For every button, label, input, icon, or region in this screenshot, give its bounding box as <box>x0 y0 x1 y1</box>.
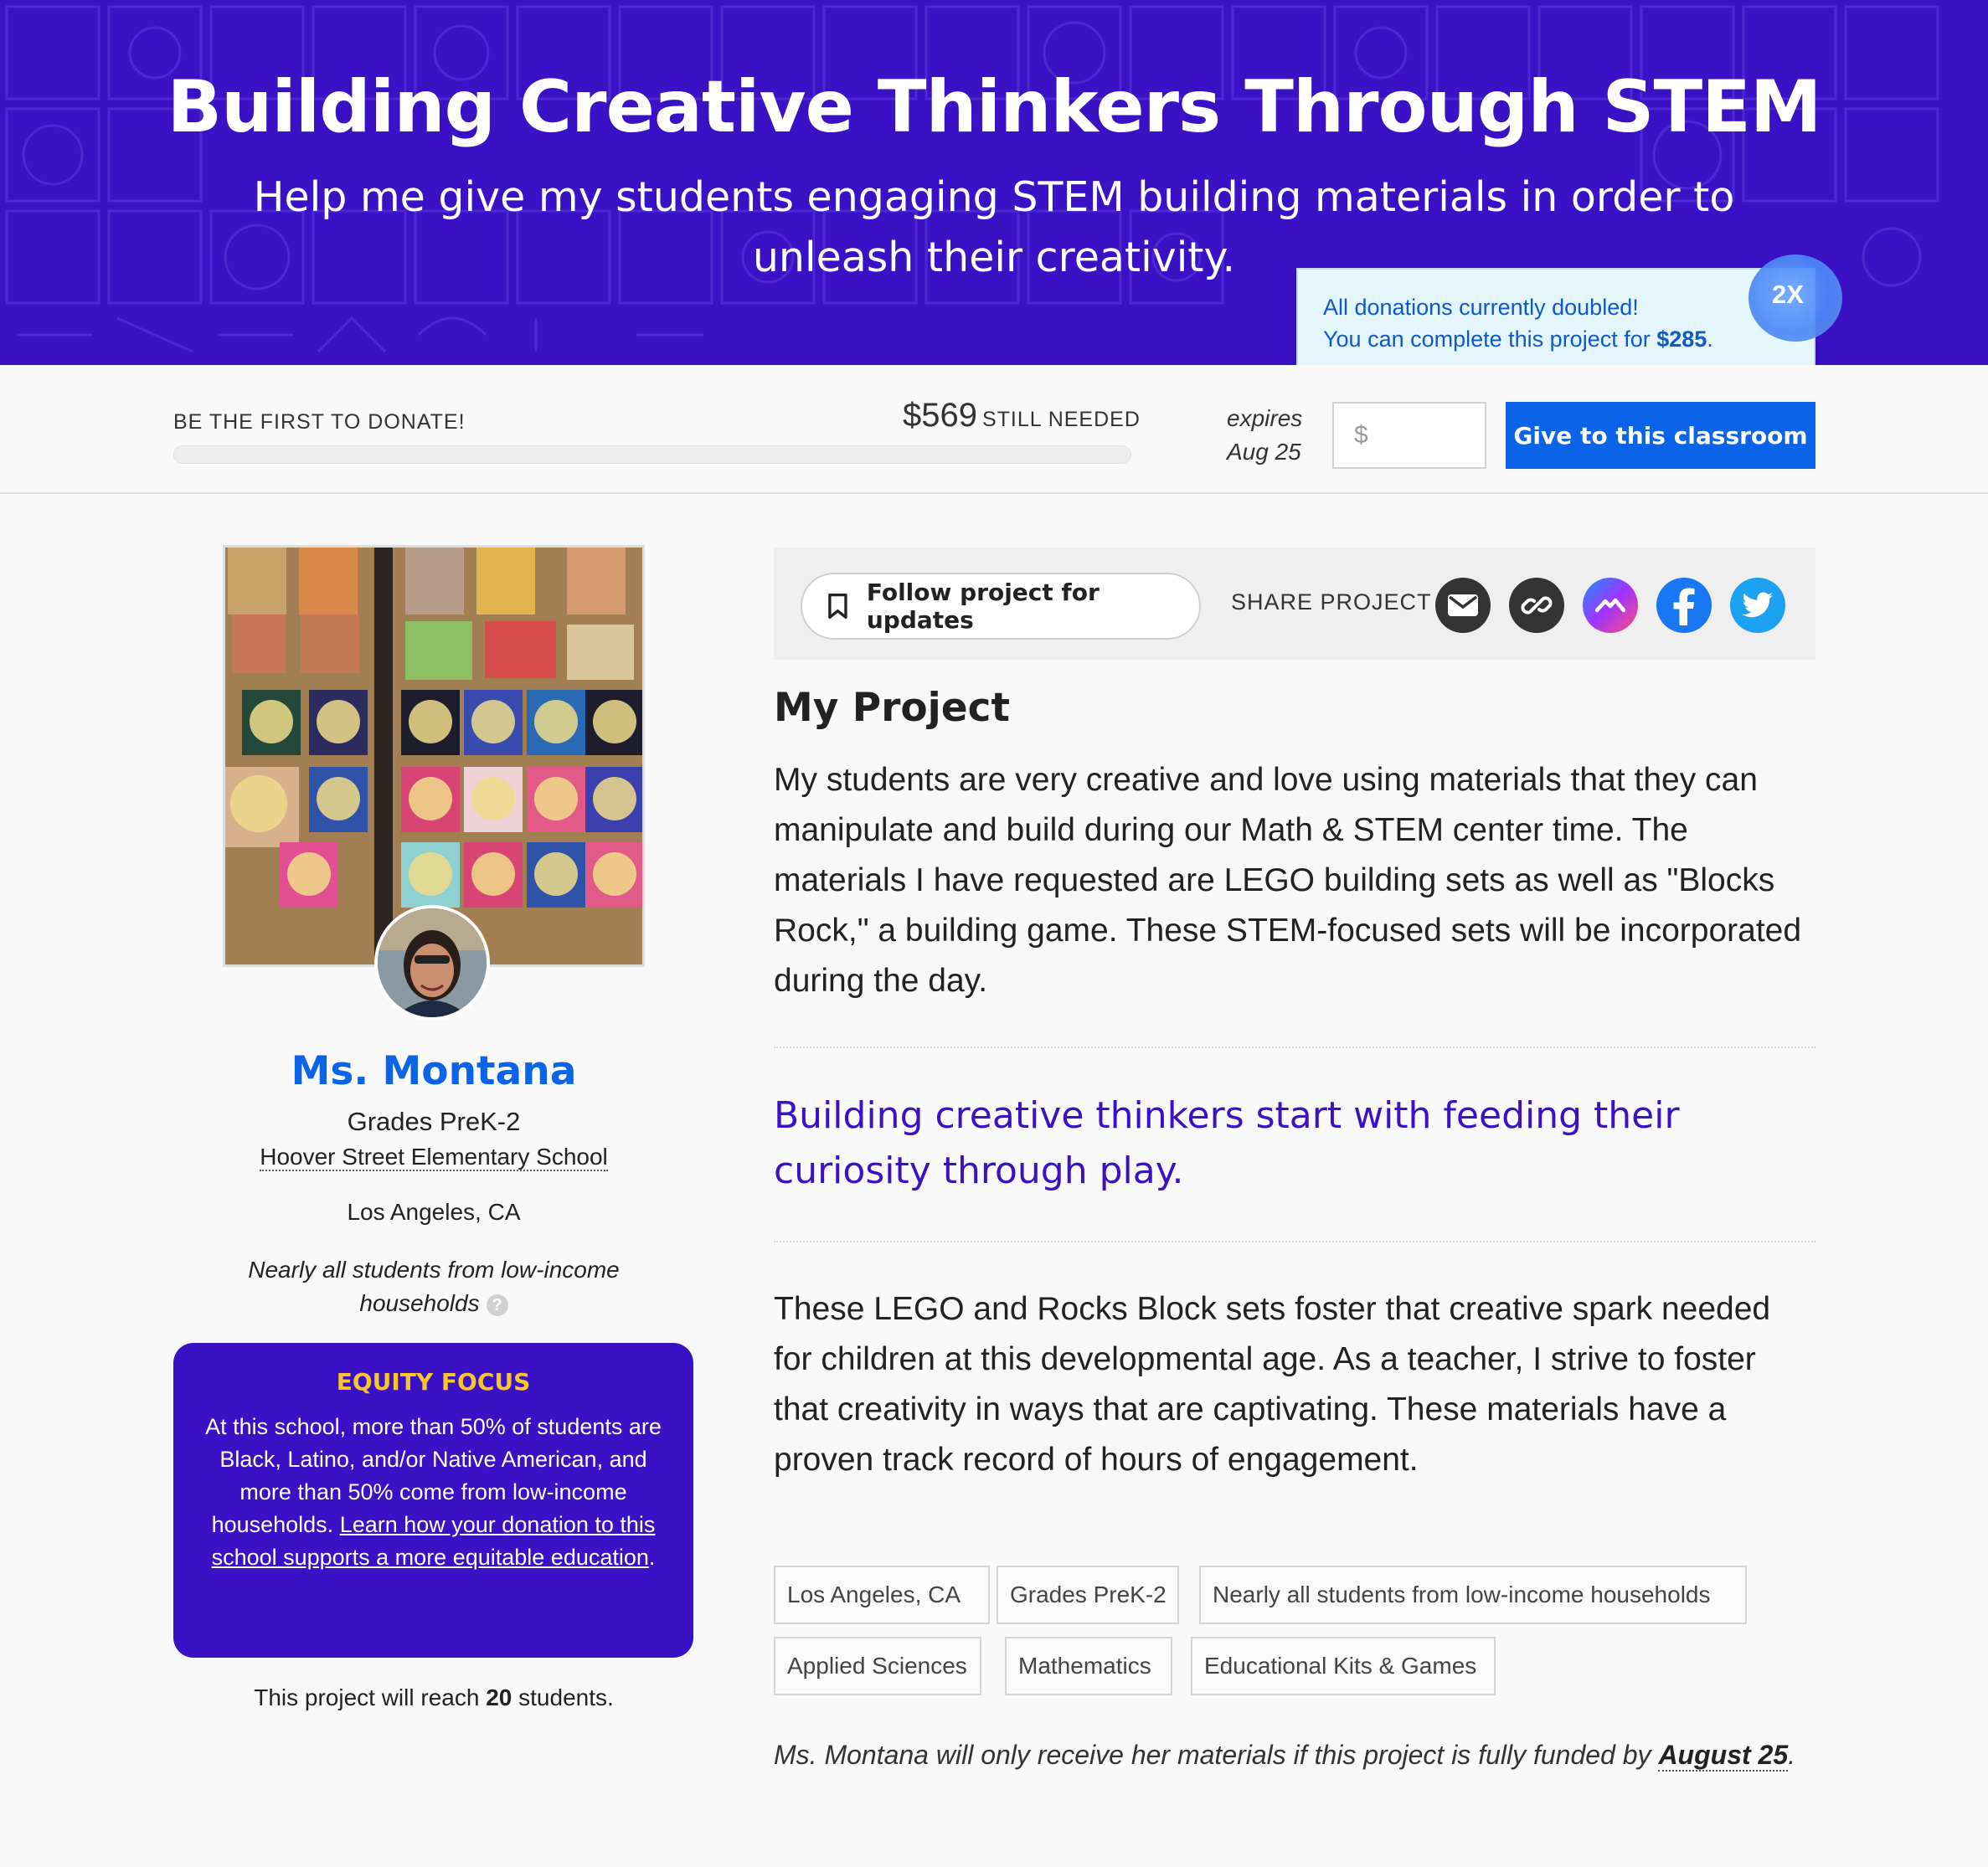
school-link-wrapper: Hoover Street Elementary School <box>0 1144 868 1171</box>
give-button[interactable]: Give to this classroom <box>1506 402 1815 469</box>
match-offer-line2: You can complete this project for $285. <box>1323 327 1713 352</box>
school-link[interactable]: Hoover Street Elementary School <box>260 1144 608 1171</box>
follow-project-label: Follow project for updates <box>866 579 1100 634</box>
follow-share-bar: Follow project for updates SHARE PROJECT <box>774 548 1815 660</box>
my-project-heading: My Project <box>774 685 1010 731</box>
donation-amount-input[interactable]: $ <box>1332 402 1486 469</box>
project-highlight-quote: Building creative thinkers start with fe… <box>774 1094 1680 1192</box>
share-project-label: SHARE PROJECT <box>1231 589 1432 615</box>
needed-amount: $569 <box>903 397 977 434</box>
twitter-icon[interactable] <box>1730 578 1785 633</box>
still-needed: $569 STILL NEEDED <box>903 397 1141 435</box>
teacher-name[interactable]: Ms. Montana <box>0 1048 868 1094</box>
needed-label: STILL NEEDED <box>981 408 1141 431</box>
donate-bar: BE THE FIRST TO DONATE! $569 STILL NEEDED… <box>0 365 1988 494</box>
match-offer-line1: All donations currently doubled! <box>1323 295 1639 320</box>
follow-project-button[interactable]: Follow project for updates <box>801 573 1201 640</box>
project-title: Building Creative Thinkers Through STEM <box>167 65 1822 149</box>
project-description-2: These LEGO and Rocks Block sets foster t… <box>774 1291 1771 1478</box>
tag-applied-sciences[interactable]: Applied Sciences <box>774 1637 981 1695</box>
match-offer-amount: $285 <box>1656 327 1707 352</box>
funding-progress-bar <box>173 445 1131 464</box>
bookmark-icon <box>828 593 847 620</box>
expiration: expires Aug 25 <box>1227 402 1302 469</box>
match-2x-badge: 2X <box>1749 255 1842 342</box>
school-location: Los Angeles, CA <box>347 1199 521 1225</box>
first-donor-label: BE THE FIRST TO DONATE! <box>173 410 466 434</box>
students-count: 20 <box>486 1684 512 1710</box>
equity-focus-body: At this school, more than 50% of student… <box>205 1414 662 1570</box>
equity-focus-title: EQUITY FOCUS <box>336 1368 531 1396</box>
project-description-1: My students are very creative and love u… <box>774 762 1802 999</box>
income-text: Nearly all students from low-income hous… <box>248 1257 620 1316</box>
students-reached: This project will reach 20 students. <box>254 1684 614 1710</box>
tag-mathematics[interactable]: Mathematics <box>1005 1637 1172 1695</box>
funding-deadline-note: Ms. Montana will only receive her materi… <box>774 1740 1796 1772</box>
teacher-avatar[interactable] <box>374 905 490 1021</box>
tag-grades[interactable]: Grades PreK-2 <box>997 1566 1179 1624</box>
email-icon[interactable] <box>1435 578 1491 633</box>
teacher-photo <box>378 908 487 1017</box>
expiration-date: Aug 25 <box>1227 439 1301 465</box>
question-icon[interactable]: ? <box>486 1294 508 1316</box>
equity-focus-card: EQUITY FOCUS At this school, more than 5… <box>173 1343 693 1658</box>
divider <box>774 1047 1815 1048</box>
teacher-grades: Grades PreK-2 <box>347 1107 521 1136</box>
match-offer-box: All donations currently doubled! You can… <box>1296 268 1815 372</box>
classroom-artwork-image <box>225 548 642 964</box>
messenger-icon[interactable] <box>1583 578 1638 633</box>
facebook-icon[interactable] <box>1656 578 1712 633</box>
income-level: Nearly all students from low-income hous… <box>224 1253 643 1320</box>
divider <box>774 1241 1815 1242</box>
funding-deadline-date: August 25 <box>1658 1740 1789 1772</box>
classroom-photo <box>223 545 645 967</box>
tag-location[interactable]: Los Angeles, CA <box>774 1566 990 1624</box>
tag-income[interactable]: Nearly all students from low-income hous… <box>1199 1566 1747 1624</box>
tag-educational-kits[interactable]: Educational Kits & Games <box>1191 1637 1496 1695</box>
link-icon[interactable] <box>1509 578 1564 633</box>
